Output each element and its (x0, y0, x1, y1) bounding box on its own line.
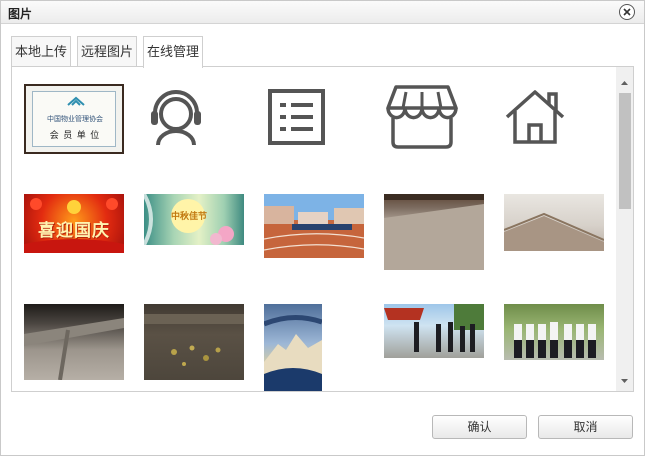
sports-field-photo (264, 194, 364, 258)
image-dialog: 图片 本地上传 远程图片 在线管理 中国物业管理协会 会 员 单 位 喜迎国庆 … (0, 0, 645, 456)
gallery-image-plaque[interactable]: 中国物业管理协会 会 员 单 位 (24, 84, 124, 154)
gallery-image-curb[interactable] (24, 304, 124, 380)
national-day-text: 喜迎国庆 (38, 221, 110, 240)
scroll-up-button[interactable] (616, 75, 633, 91)
wall-corner-photo (504, 212, 604, 251)
gallery-image-guards[interactable] (384, 304, 484, 358)
gallery-image-mid-autumn[interactable]: 中秋佳节 (144, 194, 244, 245)
gallery-image-corner[interactable] (504, 194, 604, 251)
plaque-logo-icon (67, 96, 85, 106)
gallery-image-list-icon[interactable] (267, 88, 326, 146)
gallery-scrollbar[interactable] (616, 67, 633, 391)
home-icon (505, 90, 565, 144)
mid-autumn-text: 中秋佳节 (170, 211, 207, 221)
scrollbar-thumb[interactable] (619, 93, 631, 209)
plaque-board: 中国物业管理协会 会 员 单 位 (32, 91, 116, 147)
tab-online-manage[interactable]: 在线管理 (143, 36, 203, 68)
storefront-icon (386, 85, 458, 149)
gallery-image-sports-field[interactable] (264, 194, 364, 258)
staff-group-photo (514, 322, 596, 358)
list-document-icon (268, 89, 325, 145)
gallery-image-store-icon[interactable] (384, 84, 460, 150)
plaque-line-1: 中国物业管理协会 (47, 116, 103, 123)
mountain-painting (264, 315, 322, 391)
arrow-up-icon (621, 81, 628, 85)
cancel-button[interactable]: 取消 (538, 415, 633, 439)
arrow-down-icon (621, 379, 628, 383)
gallery-image-service-icon[interactable] (147, 87, 205, 147)
gallery-image-leaves[interactable] (144, 304, 244, 380)
gallery-image-mountain[interactable] (264, 304, 322, 391)
gallery-image-home-icon[interactable] (504, 89, 566, 145)
tab-local-upload[interactable]: 本地上传 (11, 36, 71, 67)
close-icon (623, 8, 631, 16)
gallery-image-staff-group[interactable] (504, 304, 604, 360)
fallen-leaves-photo (144, 314, 244, 366)
close-button[interactable] (619, 4, 635, 20)
tab-remote-image[interactable]: 远程图片 (77, 36, 137, 67)
confirm-button[interactable]: 确认 (432, 415, 527, 439)
curb-photo (24, 318, 124, 380)
dialog-titlebar: 图片 (1, 1, 644, 24)
scroll-down-button[interactable] (616, 373, 633, 389)
ground-photo (384, 194, 484, 270)
gallery-image-ground[interactable] (384, 194, 484, 270)
dialog-title: 图片 (8, 7, 33, 21)
gallery-image-national-day[interactable]: 喜迎国庆 (24, 194, 124, 253)
plaque-line-2: 会 员 单 位 (49, 130, 101, 140)
guards-photo (384, 304, 484, 352)
headset-user-icon (151, 90, 201, 146)
image-gallery-panel: 中国物业管理协会 会 员 单 位 喜迎国庆 中秋佳节 (11, 66, 634, 392)
